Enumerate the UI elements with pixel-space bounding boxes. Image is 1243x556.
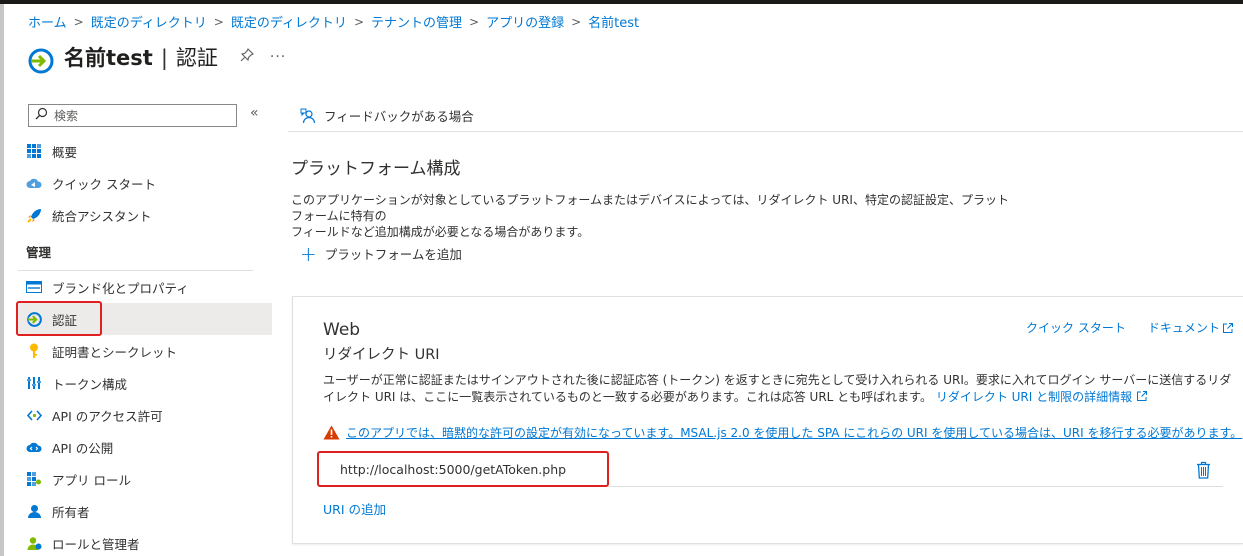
plus-icon: + [300, 241, 317, 266]
add-uri-link[interactable]: URI の追加 [323, 499, 386, 518]
chevron-right-icon: > [469, 14, 480, 29]
trash-icon [1197, 461, 1210, 479]
add-platform-button[interactable]: + プラットフォームを追加 [300, 241, 462, 266]
rocket-icon [26, 207, 42, 223]
chevron-right-icon: > [213, 14, 224, 29]
external-link-icon [1136, 391, 1147, 401]
sidebar-item-certificates[interactable]: 証明書とシークレット [18, 335, 272, 367]
app-name: 名前test [64, 46, 153, 70]
roles-admin-icon [26, 535, 42, 551]
sidebar-item-roles-admins[interactable]: ロールと管理者 [18, 527, 272, 556]
page-subtitle: 認証 [175, 46, 218, 70]
description-line-2: フィールドなど追加構成が必要となる場合があります。 [291, 225, 590, 239]
highlight-box-authentication [16, 301, 102, 336]
sidebar-item-label: 概要 [52, 144, 78, 160]
chevron-right-icon: > [571, 14, 582, 29]
sidebar-item-label: アプリ ロール [52, 472, 131, 488]
delete-uri-button[interactable] [1196, 461, 1211, 483]
implicit-grant-warning: このアプリでは、暗黙的な許可の設定が有効になっています。MSAL.js 2.0 … [323, 424, 1243, 441]
breadcrumb-directory-2[interactable]: 既定のディレクトリ [231, 12, 347, 31]
search-icon [35, 107, 48, 124]
feedback-button[interactable]: フィードバックがある場合 [300, 106, 474, 125]
platform-config-heading: プラットフォーム構成 [291, 159, 461, 179]
sidebar-item-branding[interactable]: ブランド化とプロパティ [18, 271, 272, 303]
left-edge [0, 4, 4, 556]
breadcrumb-directory-1[interactable]: 既定のディレクトリ [91, 12, 207, 31]
breadcrumb-app[interactable]: 名前test [588, 12, 639, 31]
sidebar-item-label: 統合アシスタント [52, 208, 152, 224]
cloud-api-icon [26, 439, 42, 455]
chevron-right-icon: > [353, 14, 364, 29]
sidebar-item-app-roles[interactable]: アプリ ロール [18, 463, 272, 495]
collapse-sidebar-button[interactable]: « [250, 105, 259, 121]
key-icon [26, 343, 42, 359]
more-options-button[interactable]: ··· [270, 49, 286, 65]
top-bar [0, 0, 1243, 4]
sidebar-item-owners[interactable]: 所有者 [18, 495, 272, 527]
redirect-uri-learn-more-link[interactable]: リダイレクト URI と制限の詳細情報 [936, 390, 1132, 404]
sidebar-item-label: トークン構成 [52, 376, 128, 392]
sidebar-item-quickstart[interactable]: クイック スタート [18, 167, 272, 199]
migrate-uris-link[interactable]: このアプリでは、暗黙的な許可の設定が有効になっています。MSAL.js 2.0 … [346, 424, 1242, 441]
sidebar-item-integration-assistant[interactable]: 統合アシスタント [18, 199, 272, 231]
redirect-uri-heading: リダイレクト URI [323, 347, 440, 363]
docs-link-wrap: ドキュメント [1148, 319, 1234, 336]
sidebar-item-expose-api[interactable]: API の公開 [18, 431, 272, 463]
chevron-right-icon: > [73, 14, 84, 29]
sidebar-item-label: API の公開 [52, 440, 114, 456]
web-platform-card: Web リダイレクト URI クイック スタート ドキュメント ユーザーが正常に… [292, 296, 1243, 544]
app-roles-icon [26, 471, 42, 487]
sidebar-item-label: クイック スタート [52, 176, 156, 192]
cloud-icon [26, 175, 42, 191]
platform-config-description: このアプリケーションが対象としているプラットフォームまたはデバイスによっては、リ… [291, 192, 1011, 240]
token-bars-icon [26, 375, 42, 391]
docs-link[interactable]: ドキュメント [1148, 319, 1220, 336]
api-permission-icon [26, 407, 42, 423]
highlight-box-redirect-uri [317, 451, 609, 487]
sidebar-section-manage: 管理 [18, 231, 253, 271]
feedback-icon [300, 108, 316, 123]
sidebar-item-overview[interactable]: 概要 [18, 135, 272, 167]
page-title: 名前test | 認証 [64, 42, 218, 72]
description-line-1: このアプリケーションが対象としているプラットフォームまたはデバイスによっては、リ… [291, 193, 1009, 223]
sidebar-item-label: ブランド化とプロパティ [52, 280, 189, 296]
quickstart-link[interactable]: クイック スタート [1026, 319, 1126, 336]
sidebar-item-label: ロールと管理者 [52, 536, 140, 552]
breadcrumb-tenant[interactable]: テナントの管理 [371, 12, 462, 31]
breadcrumb: ホーム > 既定のディレクトリ > 既定のディレクトリ > テナントの管理 > … [28, 12, 639, 32]
card-actions: クイック スタート ドキュメント [1026, 317, 1243, 338]
command-bar: フィードバックがある場合 [288, 100, 1243, 132]
external-link-icon [1222, 322, 1233, 333]
add-platform-label: プラットフォームを追加 [324, 247, 462, 262]
sidebar-item-token-configuration[interactable]: トークン構成 [18, 367, 272, 399]
owners-icon [26, 503, 42, 519]
warning-icon [323, 425, 340, 440]
feedback-label: フィードバックがある場合 [324, 109, 474, 124]
sidebar-item-api-permissions[interactable]: API のアクセス許可 [18, 399, 272, 431]
pin-icon[interactable] [240, 48, 254, 66]
sidebar-item-label: 所有者 [52, 504, 90, 520]
web-card-title: Web [323, 320, 361, 340]
branding-icon [26, 279, 42, 295]
search-box[interactable] [28, 104, 237, 127]
breadcrumb-app-registrations[interactable]: アプリの登録 [486, 12, 564, 31]
search-input[interactable] [54, 108, 224, 123]
title-separator: | [160, 46, 168, 70]
grid-icon [26, 143, 42, 159]
redirect-uri-description: ユーザーが正常に認証またはサインアウトされた後に認証応答 (トークン) を返すと… [323, 372, 1233, 406]
sidebar-item-label: 証明書とシークレット [52, 344, 178, 360]
breadcrumb-home[interactable]: ホーム [28, 12, 67, 31]
sidebar-nav: 概要 クイック スタート 統合アシスタント 管理 ブランド化とプロパティ 認証 … [18, 135, 272, 556]
sidebar-item-label: API のアクセス許可 [52, 408, 163, 424]
auth-arrow-icon [28, 48, 54, 74]
page-header: 名前test | 認証 ··· [28, 40, 286, 74]
